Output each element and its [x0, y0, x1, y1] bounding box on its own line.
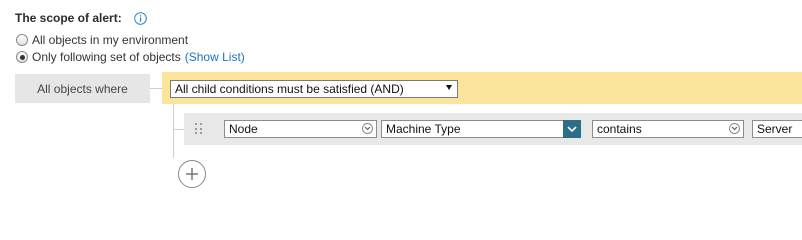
scope-option-all-label: All objects in my environment — [32, 33, 189, 47]
scope-option-all[interactable]: All objects in my environment — [16, 33, 188, 47]
group-logic-select[interactable]: All child conditions must be satisfied (… — [170, 80, 458, 98]
where-label-text: All objects where — [37, 81, 128, 96]
scope-all-radio[interactable] — [16, 34, 28, 46]
show-list-link[interactable]: (Show List) — [185, 50, 245, 64]
info-icon[interactable] — [133, 11, 147, 25]
scope-option-following-label: Only following set of objects — [32, 50, 181, 64]
object-type-value: Node — [229, 122, 258, 136]
property-value: Machine Type — [386, 122, 461, 136]
tree-line-vertical — [173, 104, 174, 158]
add-condition-button[interactable] — [178, 160, 206, 188]
all-objects-where-label: All objects where — [15, 74, 150, 103]
operator-select[interactable]: contains — [592, 120, 744, 138]
condition-value-input[interactable]: Server — [752, 120, 802, 138]
chevron-down-icon[interactable] — [563, 120, 581, 138]
plus-icon — [186, 168, 198, 180]
scope-header: The scope of alert: — [15, 10, 147, 26]
property-select[interactable]: Machine Type — [381, 120, 581, 138]
object-type-select[interactable]: Node — [224, 120, 377, 138]
scope-option-following[interactable]: Only following set of objects (Show List… — [16, 50, 245, 64]
operator-value: contains — [597, 122, 642, 136]
scope-following-radio[interactable] — [16, 51, 28, 63]
group-logic-value: All child conditions must be satisfied (… — [175, 82, 404, 96]
tree-line-horizontal — [174, 129, 184, 130]
condition-value-text: Server — [757, 122, 793, 136]
dropdown-arrow-icon — [446, 85, 452, 90]
scope-title: The scope of alert: — [15, 11, 122, 25]
drag-handle-icon[interactable] — [195, 123, 203, 135]
chevron-down-icon — [729, 123, 740, 134]
chevron-down-icon — [362, 123, 373, 134]
